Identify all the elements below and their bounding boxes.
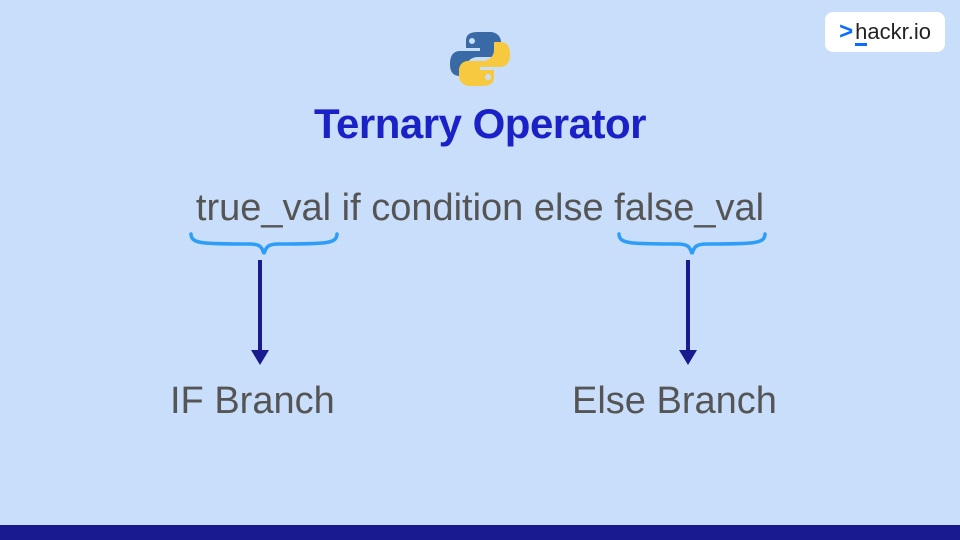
page-title: Ternary Operator [314, 100, 646, 148]
if-branch-label: IF Branch [170, 380, 335, 423]
brand-chevron-icon: > [839, 18, 853, 46]
true-val-brace-icon [189, 232, 339, 262]
python-logo-icon [446, 28, 514, 90]
false-val-brace-icon [617, 232, 767, 262]
code-expression: true_val if condition else false_val [196, 187, 764, 230]
arrow-down-left-icon [258, 260, 262, 360]
arrow-down-right-icon [686, 260, 690, 360]
bottom-bar [0, 525, 960, 540]
brand-name: hackr.io [855, 19, 931, 45]
brand-badge: > hackr.io [825, 12, 945, 52]
else-branch-label: Else Branch [572, 380, 777, 423]
